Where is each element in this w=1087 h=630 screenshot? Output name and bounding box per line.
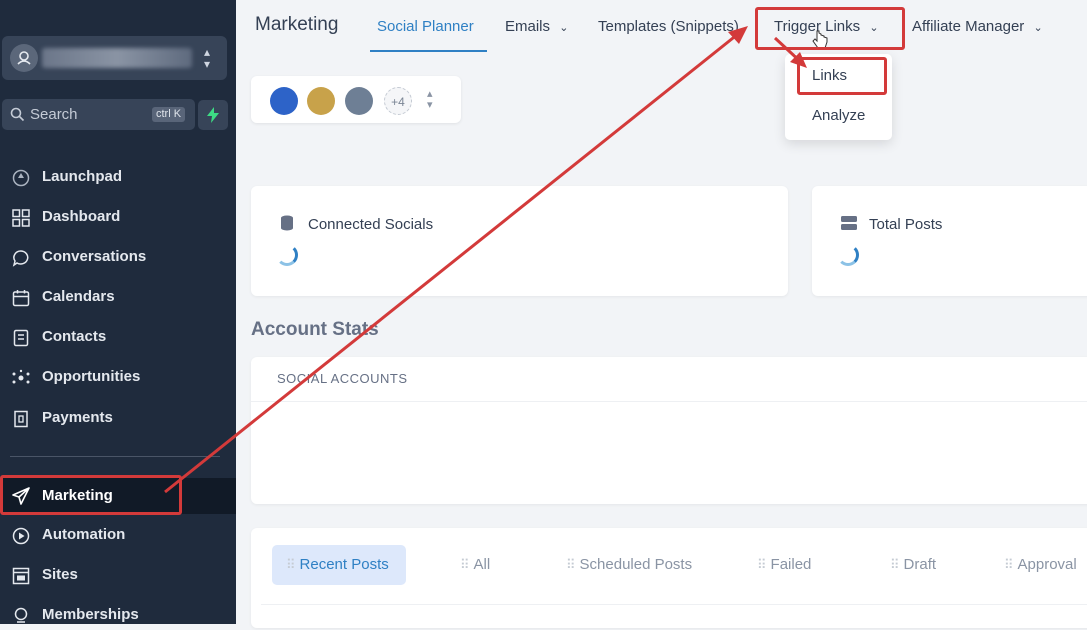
active-tab-indicator	[370, 50, 487, 52]
social-accounts-label: SOCIAL ACCOUNTS	[277, 371, 408, 386]
drag-handle-icon: ⠿	[890, 557, 899, 572]
tab-affiliate-manager[interactable]: Affiliate Manager ⌄	[912, 18, 1043, 35]
receipt-icon	[14, 410, 28, 428]
card-title: Total Posts	[869, 216, 943, 233]
account-avatar	[10, 44, 38, 72]
play-circle-icon	[12, 527, 30, 545]
account-name-blurred	[42, 48, 192, 68]
sidebar-item-label: Automation	[42, 526, 126, 543]
drag-handle-icon: ⠿	[757, 557, 766, 572]
total-posts-card: Total Posts	[812, 186, 1087, 296]
chevron-updown-icon: ▴ ▾	[204, 45, 211, 71]
sidebar-item-dashboard[interactable]: Dashboard	[0, 202, 236, 232]
sidebar-item-label: Contacts	[42, 328, 107, 345]
sidebar-search[interactable]: Search ctrl K	[2, 99, 195, 130]
sidebar-item-conversations[interactable]: Conversations	[0, 242, 236, 272]
search-icon	[10, 107, 25, 122]
sidebar-item-label: Conversations	[42, 248, 147, 265]
server-icon	[841, 216, 857, 230]
sidebar-item-label: Payments	[42, 409, 113, 426]
tab-label: Approval	[1017, 556, 1077, 573]
sidebar-item-contacts[interactable]: Contacts	[0, 322, 236, 352]
sidebar-item-sites[interactable]: Sites	[0, 560, 236, 590]
social-avatar[interactable]	[345, 87, 373, 115]
member-icon	[14, 607, 28, 623]
sidebar-divider	[10, 456, 220, 457]
sidebar-item-calendars[interactable]: Calendars	[0, 282, 236, 312]
tab-label: Affiliate Manager	[912, 18, 1025, 35]
loading-spinner	[837, 244, 859, 266]
sidebar-item-label: Calendars	[42, 288, 115, 305]
quick-action-button[interactable]	[198, 100, 228, 130]
sidebar-item-label: Memberships	[42, 606, 139, 623]
divider	[251, 401, 1087, 402]
card-title: Connected Socials	[308, 216, 434, 233]
sidebar-item-label: Dashboard	[42, 208, 121, 225]
sidebar-item-label: Launchpad	[42, 168, 123, 185]
tab-recent-posts[interactable]: ⠿ Recent Posts	[272, 545, 406, 585]
divider	[261, 604, 1087, 605]
account-stats-heading: Account Stats	[251, 319, 379, 340]
database-icon	[281, 215, 293, 231]
search-shortcut-badge: ctrl K	[152, 107, 186, 122]
chat-icon	[12, 250, 29, 267]
window-icon	[12, 567, 30, 585]
tab-label: Draft	[903, 556, 937, 573]
rocket-icon	[12, 169, 30, 187]
sidebar-item-memberships[interactable]: Memberships	[0, 600, 236, 630]
menu-item-analyze[interactable]: Analyze	[785, 107, 892, 124]
loading-spinner	[276, 244, 298, 266]
grid-icon	[12, 209, 30, 227]
sidebar-item-label: Sites	[42, 566, 78, 583]
social-accounts-card: SOCIAL ACCOUNTS	[251, 357, 1087, 504]
social-avatar[interactable]	[307, 87, 335, 115]
drag-handle-icon: ⠿	[566, 557, 575, 572]
sidebar: ▴ ▾ Search ctrl K Launchpad Dashboard Con…	[0, 0, 236, 624]
account-switcher[interactable]: ▴ ▾	[2, 36, 227, 80]
sidebar-item-opportunities[interactable]: Opportunities	[0, 362, 236, 392]
tab-all[interactable]: ⠿ All	[460, 545, 490, 585]
page-title: Marketing	[255, 14, 339, 35]
sidebar-item-launchpad[interactable]: Launchpad	[0, 162, 236, 192]
connected-socials-card: Connected Socials	[251, 186, 788, 296]
drag-handle-icon: ⠿	[1004, 557, 1013, 572]
sidebar-item-automation[interactable]: Automation	[0, 520, 236, 550]
calendar-icon	[12, 290, 30, 307]
tab-label: Scheduled Posts	[579, 556, 693, 573]
chevron-updown-icon[interactable]: ▴ ▾	[427, 89, 433, 111]
network-icon	[12, 369, 30, 384]
drag-handle-icon: ⠿	[460, 557, 469, 572]
tab-label: Recent Posts	[299, 556, 389, 573]
tab-templates-snippets[interactable]: Templates (Snippets)	[598, 18, 739, 35]
tab-social-planner[interactable]: Social Planner	[377, 18, 474, 35]
tab-emails[interactable]: Emails ⌄	[505, 18, 568, 35]
drag-handle-icon: ⠿	[286, 557, 295, 572]
lightning-icon	[207, 107, 219, 123]
social-account-selector[interactable]: +4 ▴ ▾	[251, 76, 461, 123]
sidebar-item-payments[interactable]: Payments	[0, 403, 236, 433]
sidebar-item-label: Opportunities	[42, 368, 141, 385]
annotation-box-links	[797, 57, 887, 95]
tab-label: Failed	[770, 556, 812, 573]
contact-book-icon	[13, 329, 29, 347]
annotation-box-marketing	[0, 475, 182, 515]
social-avatar[interactable]	[270, 87, 298, 115]
chevron-down-icon: ⌄	[1033, 22, 1043, 34]
tab-draft[interactable]: ⠿ Draft	[890, 545, 936, 585]
tab-scheduled-posts[interactable]: ⠿ Scheduled Posts	[566, 545, 692, 585]
tab-approval[interactable]: ⠿ Approval	[1004, 545, 1087, 585]
more-accounts-badge[interactable]: +4	[384, 87, 412, 115]
tab-label: Emails	[505, 18, 551, 35]
annotation-box-trigger-links	[755, 7, 905, 50]
tab-label: All	[473, 556, 491, 573]
search-placeholder: Search	[30, 106, 78, 123]
chevron-down-icon: ⌄	[559, 22, 569, 34]
tab-failed[interactable]: ⠿ Failed	[757, 545, 811, 585]
